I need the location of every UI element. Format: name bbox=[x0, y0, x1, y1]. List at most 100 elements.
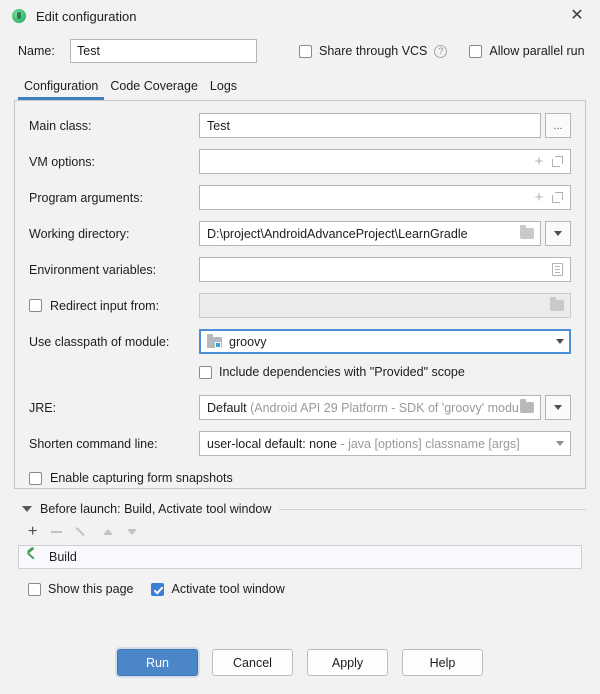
chevron-down-icon[interactable] bbox=[556, 339, 564, 344]
environment-variables-input[interactable] bbox=[199, 257, 571, 282]
apply-button[interactable]: Apply bbox=[307, 649, 388, 676]
shorten-command-line-hint: - java [options] classname [args] bbox=[340, 437, 519, 451]
run-button[interactable]: Run bbox=[117, 649, 198, 676]
working-directory-input[interactable]: D:\project\AndroidAdvanceProject\LearnGr… bbox=[199, 221, 541, 246]
form-snapshots-label: Enable capturing form snapshots bbox=[50, 471, 233, 485]
before-launch-task-row[interactable]: Build bbox=[18, 545, 582, 569]
folder-icon[interactable] bbox=[518, 402, 536, 413]
include-provided-checkbox-box[interactable] bbox=[199, 366, 212, 379]
tab-bar: Configuration Code Coverage Logs bbox=[0, 66, 600, 100]
collapse-triangle-icon[interactable] bbox=[22, 506, 32, 512]
field-environment-variables: Environment variables: bbox=[29, 257, 571, 282]
working-directory-label: Working directory: bbox=[29, 227, 199, 241]
folder-icon bbox=[548, 300, 566, 311]
program-arguments-input[interactable]: + bbox=[199, 185, 571, 210]
allow-parallel-run-checkbox[interactable]: Allow parallel run bbox=[469, 44, 584, 58]
field-vm-options: VM options: + bbox=[29, 149, 571, 174]
edit-task-icon bbox=[76, 526, 89, 539]
expand-icon[interactable] bbox=[548, 192, 566, 203]
header-divider bbox=[279, 509, 586, 510]
show-this-page-label: Show this page bbox=[48, 582, 133, 596]
classpath-module-combo[interactable]: groovy bbox=[199, 329, 571, 354]
shorten-command-line-label: Shorten command line: bbox=[29, 437, 199, 451]
activate-tool-window-label: Activate tool window bbox=[171, 582, 284, 596]
dialog-button-bar: Run Cancel Apply Help bbox=[0, 649, 600, 676]
tab-configuration[interactable]: Configuration bbox=[18, 79, 104, 100]
main-class-label: Main class: bbox=[29, 119, 199, 133]
tab-code-coverage[interactable]: Code Coverage bbox=[104, 79, 204, 100]
module-icon bbox=[207, 336, 222, 348]
before-launch-title: Before launch: Build, Activate tool wind… bbox=[40, 502, 271, 516]
close-icon[interactable]: ✕ bbox=[564, 4, 590, 28]
plus-icon[interactable]: + bbox=[530, 190, 548, 205]
vm-options-input[interactable]: + bbox=[199, 149, 571, 174]
field-form-snapshots: Enable capturing form snapshots bbox=[29, 467, 571, 489]
redirect-input-field bbox=[199, 293, 571, 318]
show-this-page-checkbox[interactable] bbox=[28, 583, 41, 596]
share-through-vcs-checkbox[interactable]: Share through VCS ? bbox=[299, 44, 447, 58]
groovy-run-config-icon bbox=[12, 9, 26, 23]
move-up-icon bbox=[103, 529, 113, 535]
shorten-command-line-value: user-local default: none bbox=[207, 437, 337, 451]
jre-hint: (Android API 29 Platform - SDK of 'groov… bbox=[250, 401, 518, 415]
classpath-module-value: groovy bbox=[229, 335, 556, 349]
field-program-arguments: Program arguments: + bbox=[29, 185, 571, 210]
field-jre: JRE: Default (Android API 29 Platform - … bbox=[29, 395, 571, 420]
share-vcs-label: Share through VCS bbox=[319, 44, 427, 58]
allow-parallel-label: Allow parallel run bbox=[489, 44, 584, 58]
tab-logs[interactable]: Logs bbox=[204, 79, 243, 100]
folder-icon[interactable] bbox=[518, 228, 536, 239]
title-bar: Edit configuration ✕ bbox=[0, 0, 600, 32]
before-launch-header[interactable]: Before launch: Build, Activate tool wind… bbox=[18, 499, 586, 519]
main-class-value: Test bbox=[207, 119, 536, 133]
remove-task-icon bbox=[51, 531, 62, 533]
window-title: Edit configuration bbox=[36, 9, 136, 24]
hammer-icon bbox=[27, 551, 41, 564]
jre-dropdown-button[interactable] bbox=[545, 395, 571, 420]
plus-icon[interactable]: + bbox=[530, 154, 548, 169]
list-icon[interactable] bbox=[548, 263, 566, 276]
add-task-icon[interactable]: + bbox=[28, 524, 37, 540]
working-directory-value: D:\project\AndroidAdvanceProject\LearnGr… bbox=[207, 227, 518, 241]
jre-value: Default bbox=[207, 401, 247, 415]
include-provided-checkbox[interactable]: Include dependencies with "Provided" sco… bbox=[199, 361, 571, 383]
before-launch-section: Before launch: Build, Activate tool wind… bbox=[18, 499, 586, 603]
jre-label: JRE: bbox=[29, 401, 199, 415]
field-classpath-module: Use classpath of module: groovy bbox=[29, 329, 571, 354]
expand-icon[interactable] bbox=[548, 156, 566, 167]
share-vcs-checkbox-box[interactable] bbox=[299, 45, 312, 58]
help-icon[interactable]: ? bbox=[434, 45, 447, 58]
redirect-input-checkbox[interactable]: Redirect input from: bbox=[29, 299, 199, 313]
shorten-command-line-combo[interactable]: user-local default: none - java [options… bbox=[199, 431, 571, 456]
field-main-class: Main class: Test ... bbox=[29, 113, 571, 138]
vm-options-label: VM options: bbox=[29, 155, 199, 169]
help-button[interactable]: Help bbox=[402, 649, 483, 676]
main-class-input[interactable]: Test bbox=[199, 113, 541, 138]
before-launch-toolbar: + bbox=[18, 519, 586, 545]
redirect-input-checkbox-box[interactable] bbox=[29, 299, 42, 312]
before-launch-task-label: Build bbox=[49, 550, 77, 564]
field-redirect-input: Redirect input from: bbox=[29, 293, 571, 318]
chevron-down-icon[interactable] bbox=[556, 441, 564, 446]
environment-variables-label: Environment variables: bbox=[29, 263, 199, 277]
form-snapshots-checkbox[interactable]: Enable capturing form snapshots bbox=[29, 471, 233, 485]
activate-tool-window-checkbox[interactable] bbox=[151, 583, 164, 596]
allow-parallel-checkbox-box[interactable] bbox=[469, 45, 482, 58]
include-provided-label: Include dependencies with "Provided" sco… bbox=[219, 365, 465, 379]
field-shorten-command-line: Shorten command line: user-local default… bbox=[29, 431, 571, 456]
field-working-directory: Working directory: D:\project\AndroidAdv… bbox=[29, 221, 571, 246]
form-snapshots-checkbox-box[interactable] bbox=[29, 472, 42, 485]
cancel-button[interactable]: Cancel bbox=[212, 649, 293, 676]
working-directory-dropdown-button[interactable] bbox=[545, 221, 571, 246]
redirect-input-label: Redirect input from: bbox=[50, 299, 159, 313]
name-input[interactable] bbox=[70, 39, 257, 63]
classpath-module-label: Use classpath of module: bbox=[29, 335, 199, 349]
move-down-icon bbox=[127, 529, 137, 535]
name-label: Name: bbox=[18, 44, 70, 58]
before-launch-options: Show this page Activate tool window bbox=[18, 575, 586, 603]
jre-input[interactable]: Default (Android API 29 Platform - SDK o… bbox=[199, 395, 541, 420]
main-class-browse-button[interactable]: ... bbox=[545, 113, 571, 138]
program-arguments-label: Program arguments: bbox=[29, 191, 199, 205]
configuration-panel: Main class: Test ... VM options: + Progr… bbox=[14, 100, 586, 489]
name-row: Name: Share through VCS ? Allow parallel… bbox=[0, 32, 600, 66]
